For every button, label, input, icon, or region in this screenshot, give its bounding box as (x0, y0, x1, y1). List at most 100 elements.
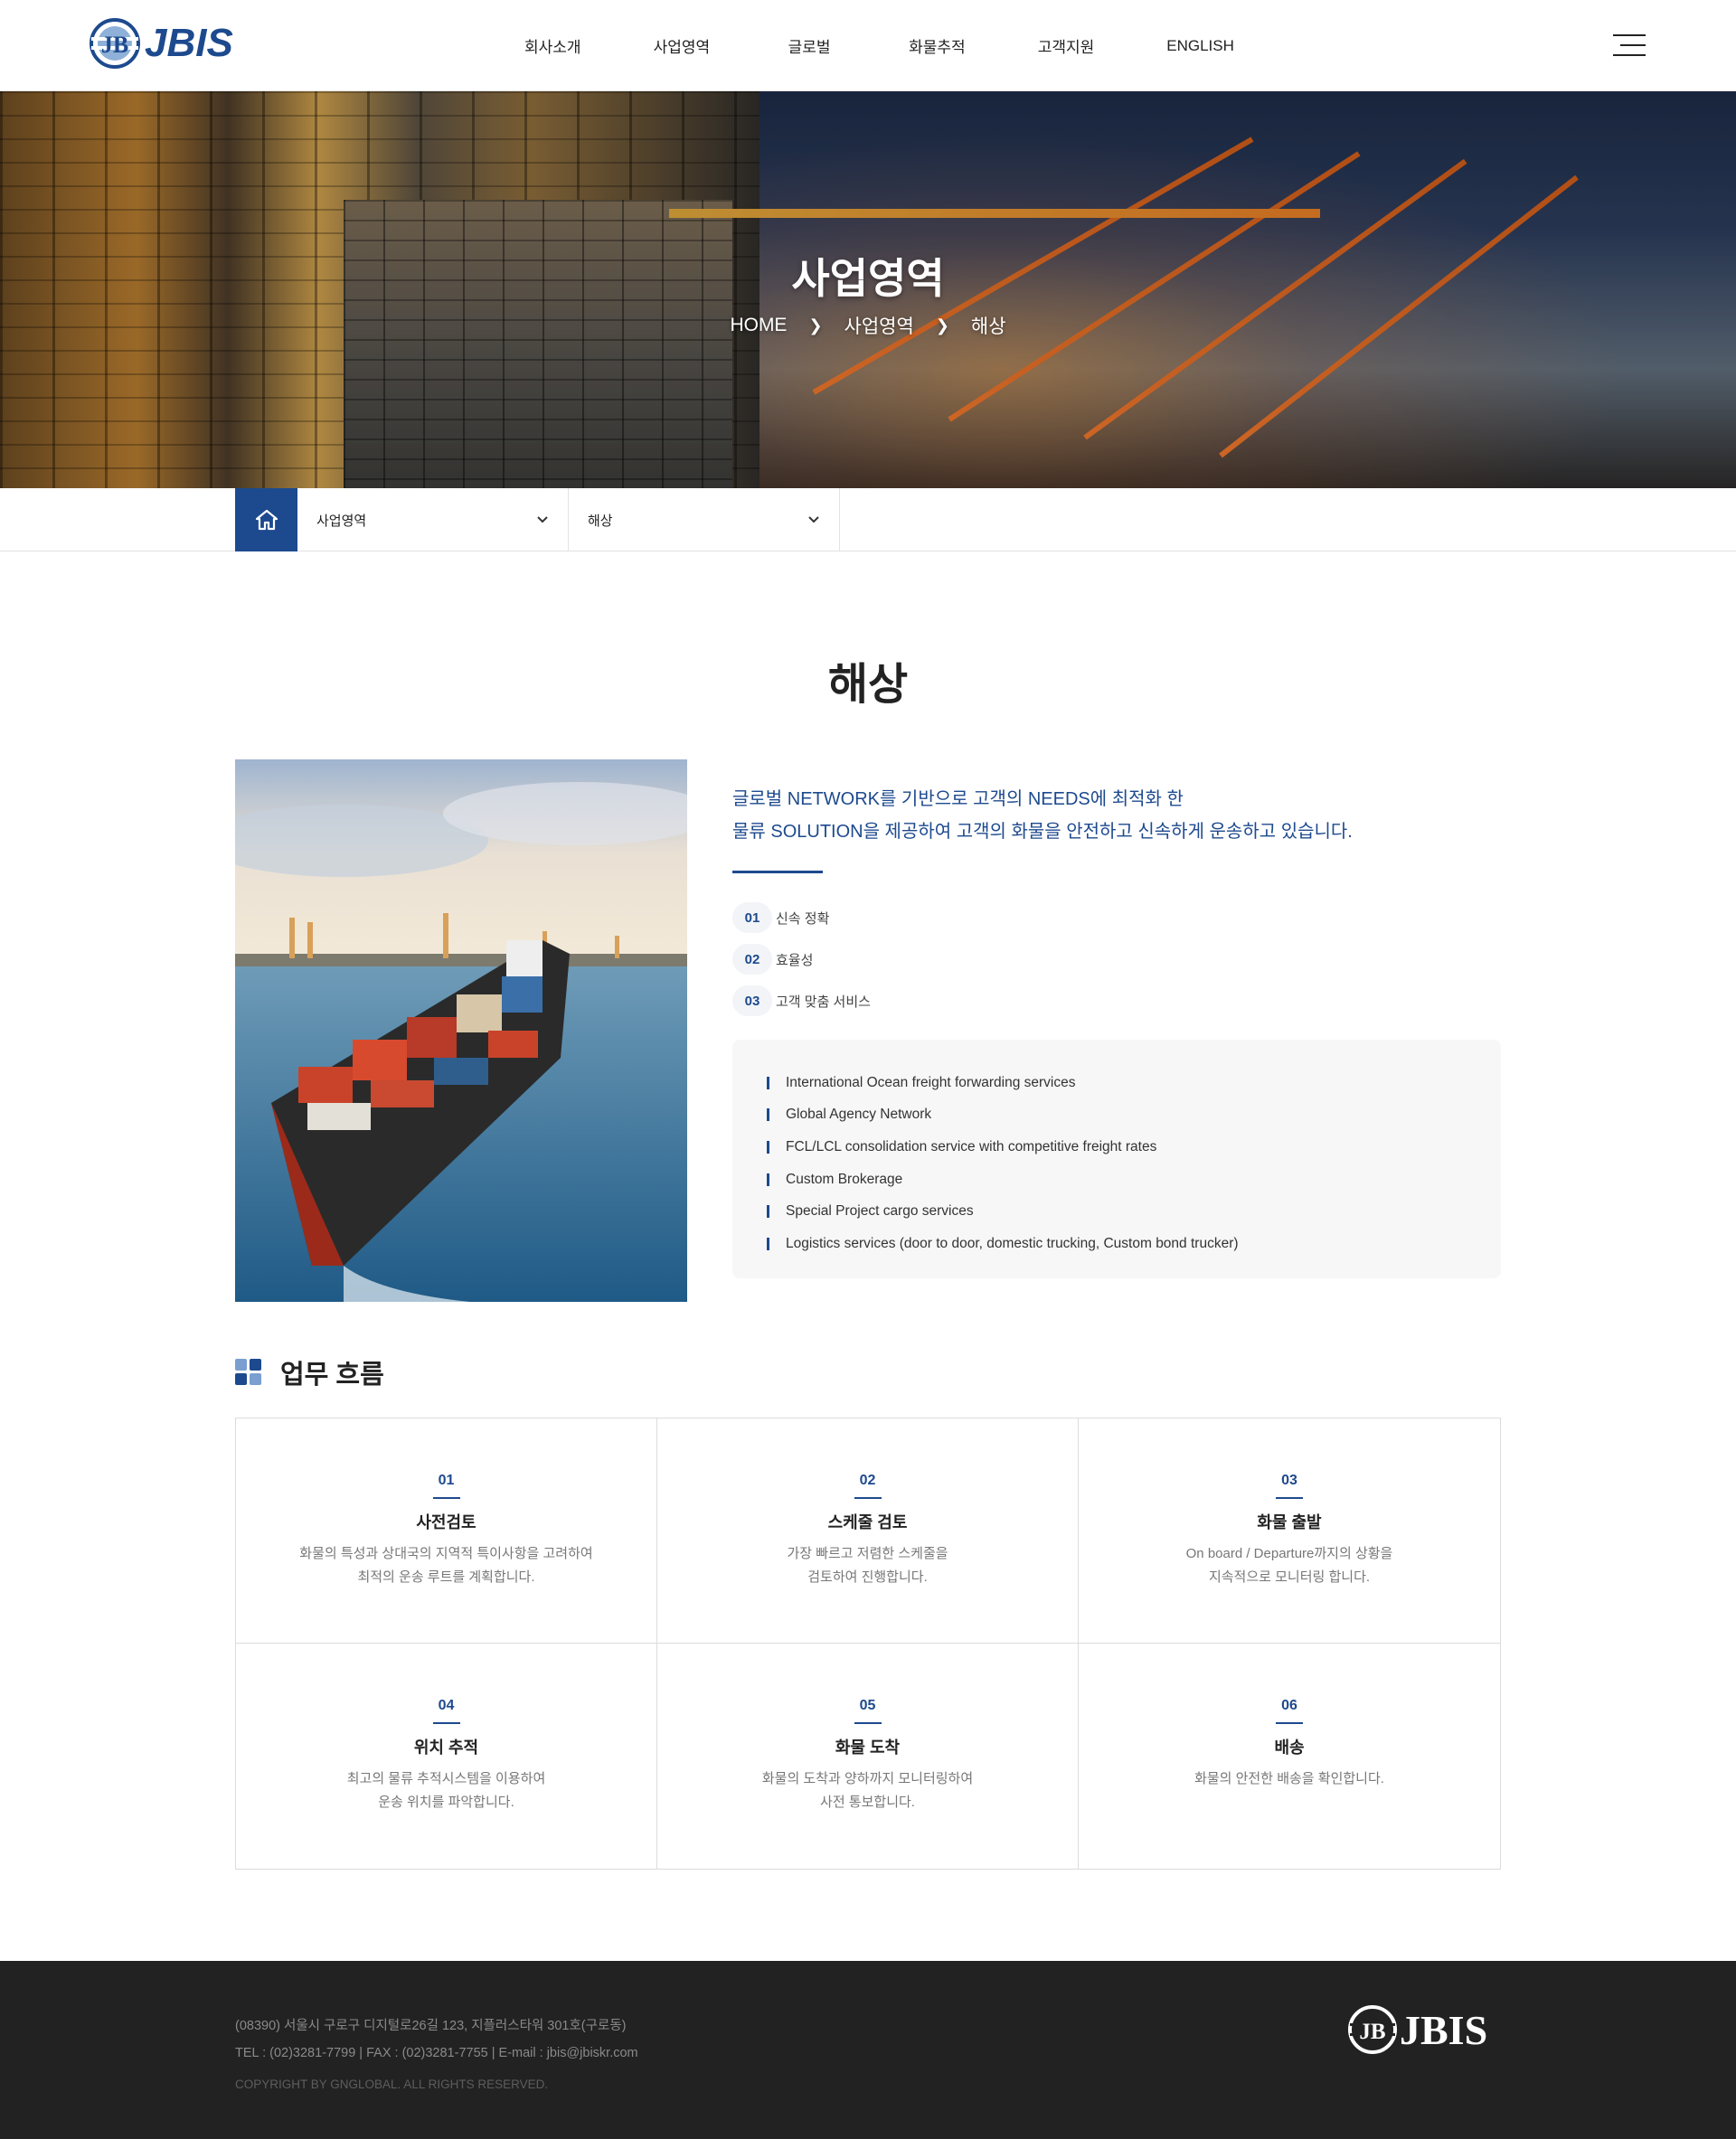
process-title: 업무 흐름 (280, 1361, 384, 1390)
site-header: JB JBIS 회사소개 사업영역 글로벌 화물추적 고객지원 ENGLISH (0, 0, 1736, 91)
step-title: 위치 추적 (413, 1739, 479, 1757)
footer-info: (08390) 서울시 구로구 디지털로26길 123, 지플러스타워 301호… (235, 2012, 638, 2067)
step-title: 배송 (1274, 1739, 1305, 1757)
chevron-right-icon: ❯ (808, 316, 823, 335)
svg-text:JB: JB (101, 32, 128, 58)
main-nav: 회사소개 사업영역 글로벌 화물추적 고객지원 ENGLISH (488, 0, 1270, 91)
service-item: FCL/LCL consolidation service with compe… (767, 1131, 1501, 1164)
chevron-down-icon (537, 516, 548, 523)
page-title: 해상 (827, 661, 909, 709)
step-number: 03 (1281, 1473, 1297, 1488)
step-number: 06 (1281, 1698, 1297, 1713)
step-description: On board / Departure까지의 상황을 지속적으로 모니터링 합… (1079, 1542, 1500, 1589)
jb-emblem-icon: JB (90, 18, 140, 69)
feature-number: 03 (732, 985, 772, 1016)
step-description-line: 지속적으로 모니터링 합니다. (1208, 1569, 1371, 1585)
nav-tracking[interactable]: 화물추적 (873, 34, 1002, 57)
feature-label: 신속 정확 (776, 910, 830, 927)
category-select[interactable]: 사업영역 (297, 488, 569, 551)
service-item: Logistics services (door to door, domest… (767, 1228, 1501, 1260)
step-description-line: 사전 통보합니다. (820, 1795, 915, 1810)
breadcrumb-business[interactable]: 사업영역 (844, 312, 914, 339)
hamburger-menu-icon[interactable] (1613, 33, 1646, 58)
process-step: 05 화물 도착 화물의 도착과 양하까지 모니터링하여 사전 통보합니다. (657, 1644, 1079, 1869)
footer-contact: TEL : (02)3281-7799 | FAX : (02)3281-775… (235, 2046, 638, 2060)
service-item: Special Project cargo services (767, 1195, 1501, 1228)
step-description: 최고의 물류 추적시스템을 이용하여 운송 위치를 파악합니다. (236, 1767, 656, 1814)
breadcrumb: HOME ❯ 사업영역 ❯ 해상 (0, 312, 1736, 339)
process-step: 03 화물 출발 On board / Departure까지의 상황을 지속적… (1079, 1418, 1500, 1644)
chevron-down-icon (808, 516, 819, 523)
home-button[interactable] (235, 488, 297, 551)
service-label: Custom Brokerage (786, 1171, 903, 1187)
subcategory-select[interactable]: 해상 (569, 488, 840, 551)
footer-logo[interactable]: JB JBIS (1347, 2004, 1487, 2055)
step-number: 01 (438, 1473, 455, 1488)
service-label: Logistics services (door to door, domest… (786, 1235, 1239, 1251)
svg-text:JB: JB (1359, 2020, 1385, 2044)
cargo-ship-image (235, 759, 687, 1302)
intro-line: 글로벌 NETWORK를 기반으로 고객의 NEEDS에 최적화 한 (732, 789, 1184, 809)
nav-english[interactable]: ENGLISH (1130, 37, 1270, 55)
process-step: 04 위치 추적 최고의 물류 추적시스템을 이용하여 운송 위치를 파악합니다… (236, 1644, 657, 1869)
feature-item: 02 효율성 (732, 944, 813, 975)
intro-line: 물류 SOLUTION을 제공하여 고객의 화물을 안전하고 신속하게 운송하고… (732, 822, 1353, 842)
nav-company[interactable]: 회사소개 (488, 34, 618, 57)
service-label: International Ocean freight forwarding s… (786, 1074, 1076, 1090)
hero-title: 사업영역 (791, 255, 945, 302)
services-box: International Ocean freight forwarding s… (732, 1040, 1501, 1278)
footer-address: (08390) 서울시 구로구 디지털로26길 123, 지플러스타워 301호… (235, 2019, 627, 2033)
feature-item: 01 신속 정확 (732, 902, 829, 933)
step-description: 화물의 안전한 배송을 확인합니다. (1079, 1767, 1500, 1791)
process-grid: 01 사전검토 화물의 특성과 상대국의 지역적 특이사항을 고려하여 최적의 … (235, 1418, 1501, 1870)
feature-number: 02 (732, 944, 772, 975)
step-description-line: 최적의 운송 루트를 계획합니다. (357, 1569, 535, 1585)
jb-emblem-icon: JB (1348, 2005, 1397, 2054)
site-logo[interactable]: JB JBIS (89, 16, 233, 71)
feature-label: 효율성 (776, 952, 814, 968)
breadcrumb-current: 해상 (970, 316, 1006, 337)
breadcrumb-home[interactable]: HOME (730, 315, 787, 336)
footer-copyright: COPYRIGHT BY GNGLOBAL. ALL RIGHTS RESERV… (235, 2078, 549, 2091)
chevron-right-icon: ❯ (935, 316, 949, 335)
step-title: 화물 출발 (1257, 1513, 1322, 1531)
process-step: 06 배송 화물의 안전한 배송을 확인합니다. (1079, 1644, 1500, 1869)
service-label: FCL/LCL consolidation service with compe… (786, 1138, 1157, 1154)
hero-banner: 사업영역 HOME ❯ 사업영역 ❯ 해상 (0, 91, 1736, 488)
intro-divider (732, 871, 823, 873)
logo-text: JBIS (145, 21, 233, 65)
site-footer: (08390) 서울시 구로구 디지털로26길 123, 지플러스타워 301호… (0, 1961, 1736, 2139)
step-description-line: On board / Departure까지의 상황을 (1185, 1546, 1393, 1561)
footer-logo-text: JBIS (1400, 2006, 1488, 2053)
category-select-value: 사업영역 (316, 513, 367, 529)
step-title: 화물 도착 (835, 1739, 901, 1757)
feature-item: 03 고객 맞춤 서비스 (732, 985, 871, 1016)
nav-support[interactable]: 고객지원 (1002, 34, 1131, 57)
service-label: Global Agency Network (786, 1107, 932, 1123)
grid-squares-icon (235, 1359, 262, 1386)
nav-global[interactable]: 글로벌 (746, 34, 873, 57)
step-title: 스케줄 검토 (827, 1513, 908, 1531)
step-description-line: 가장 빠르고 저렴한 스케줄을 (787, 1546, 948, 1561)
service-label: Special Project cargo services (786, 1203, 974, 1220)
feature-label: 고객 맞춤 서비스 (776, 994, 871, 1010)
step-description: 화물의 도착과 양하까지 모니터링하여 사전 통보합니다. (657, 1767, 1078, 1814)
step-description-line: 화물의 특성과 상대국의 지역적 특이사항을 고려하여 (299, 1546, 593, 1561)
step-description-line: 최고의 물류 추적시스템을 이용하여 (346, 1771, 546, 1786)
nav-business[interactable]: 사업영역 (618, 34, 747, 57)
process-step: 02 스케줄 검토 가장 빠르고 저렴한 스케줄을 검토하여 진행합니다. (657, 1418, 1079, 1644)
subcategory-select-value: 해상 (588, 513, 613, 529)
service-item: Global Agency Network (767, 1099, 1501, 1132)
step-number: 04 (438, 1698, 455, 1713)
intro-text: 글로벌 NETWORK를 기반으로 고객의 NEEDS에 최적화 한 물류 SO… (732, 783, 1510, 848)
home-icon (255, 509, 278, 531)
service-item: Custom Brokerage (767, 1164, 1501, 1196)
step-title: 사전검토 (416, 1513, 476, 1531)
process-step: 01 사전검토 화물의 특성과 상대국의 지역적 특이사항을 고려하여 최적의 … (236, 1418, 657, 1644)
step-number: 05 (859, 1698, 876, 1713)
step-description: 가장 빠르고 저렴한 스케줄을 검토하여 진행합니다. (657, 1542, 1078, 1589)
step-description-line: 운송 위치를 파악합니다. (378, 1795, 514, 1810)
step-description-line: 검토하여 진행합니다. (807, 1569, 928, 1585)
process-heading: 업무 흐름 (235, 1353, 384, 1391)
service-item: International Ocean freight forwarding s… (767, 1067, 1501, 1099)
